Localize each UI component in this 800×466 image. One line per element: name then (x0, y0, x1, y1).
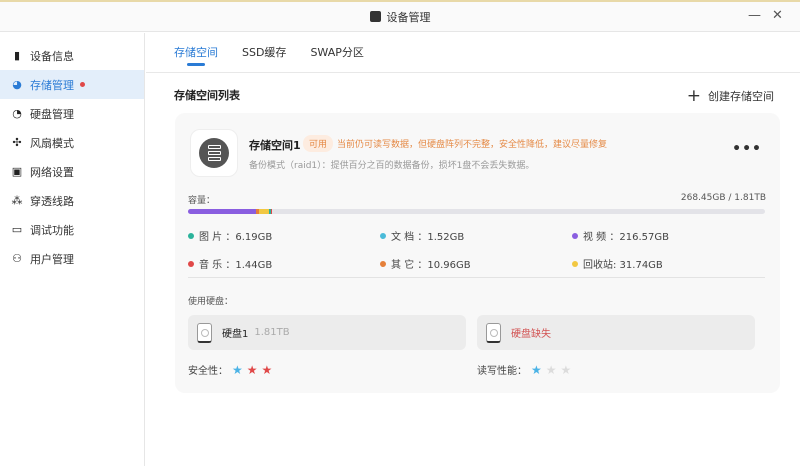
sidebar-icon: ⚇ (12, 251, 22, 265)
title-bar: 设备管理 — ✕ (0, 2, 800, 32)
safety-label: 安全性： (188, 366, 228, 377)
sidebar-icon: ▣ (11, 164, 23, 178)
divider (188, 277, 765, 278)
storage-pool-icon (190, 129, 238, 177)
category-label: 图 片 ：6.19GB (199, 232, 273, 243)
warning-text: 当前仍可读写数据，但硬盘阵列不完整，安全性降低，建议尽量修复 (337, 140, 608, 150)
close-button[interactable]: ✕ (772, 8, 783, 23)
disk-item-1[interactable]: 硬盘1 1.81TB (188, 315, 466, 350)
sidebar-icon: ◕ (12, 77, 22, 91)
alert-dot (80, 82, 85, 87)
status-badge: 可用 (303, 135, 334, 152)
category-label: 回收站: 31.74GB (583, 260, 663, 271)
sidebar-item-label: 存储管理 (30, 78, 74, 92)
window-title: 设备管理 (386, 10, 431, 24)
main-content: 存储空间 SSD缓存 SWAP分区 存储空间列表 + 创建存储空间 存储空间1 … (146, 33, 800, 466)
sidebar-item-1[interactable]: ◕ 存储管理 (0, 70, 144, 99)
more-options-button[interactable]: ••• (732, 141, 762, 157)
tab-swap[interactable]: SWAP分区 (310, 33, 363, 72)
tab-bar: 存储空间 SSD缓存 SWAP分区 (146, 33, 800, 73)
category-dot (380, 260, 386, 267)
star-icon: ★ (560, 362, 572, 377)
star-icon: ★ (545, 362, 557, 377)
sidebar-item-2[interactable]: ◔ 硬盘管理 (0, 99, 144, 128)
sidebar-item-label: 设备信息 (30, 49, 74, 63)
hard-disk-icon (197, 322, 212, 343)
disk-name: 硬盘1 (222, 329, 249, 340)
disk-missing-text: 硬盘缺失 (511, 329, 551, 340)
sidebar-item-label: 硬盘管理 (30, 107, 74, 121)
category-label: 其 它 ：10.96GB (391, 260, 471, 271)
safety-rating: 安全性： ★ ★ ★ (188, 362, 273, 378)
create-storage-button[interactable]: + 创建存储空间 (686, 86, 774, 106)
category-dot (572, 232, 578, 239)
sidebar-icon: ▮ (13, 48, 21, 62)
sidebar-icon: ◔ (12, 106, 22, 120)
disk-size: 1.81TB (254, 327, 290, 338)
sidebar-item-7[interactable]: ⚇ 用户管理 (0, 244, 144, 273)
capacity-segment (188, 209, 256, 214)
capacity-bar (188, 209, 765, 214)
sidebar-item-label: 用户管理 (30, 252, 74, 266)
sidebar-icon: ✣ (12, 135, 22, 149)
sidebar-item-4[interactable]: ▣ 网络设置 (0, 157, 144, 186)
sidebar: ▮ 设备信息 ◕ 存储管理 ◔ 硬盘管理 ✣ 风扇模式 ▣ 网络设置 ⁂ 穿透线路 ▭ 调试功能 ⚇ 用户管理 (0, 33, 145, 466)
sidebar-item-label: 穿透线路 (30, 194, 74, 208)
capacity-segment (258, 209, 269, 214)
sidebar-item-label: 风扇模式 (30, 136, 74, 150)
capacity-label: 容量： (188, 196, 216, 206)
star-icon: ★ (232, 362, 243, 377)
pool-description: 备份模式（raid1）：提供百分之百的数据备份，损坏1盘不会丢失数据。 (249, 161, 535, 171)
pool-name: 存储空间1 (249, 139, 301, 152)
category-dot (572, 260, 578, 267)
sidebar-icon: ⁂ (11, 193, 23, 207)
sidebar-item-6[interactable]: ▭ 调试功能 (0, 215, 144, 244)
disk-item-missing[interactable]: 硬盘缺失 (477, 315, 755, 350)
section-title: 存储空间列表 (174, 89, 240, 102)
hard-disk-icon (486, 322, 501, 343)
category-label: 视 频 ：216.57GB (583, 232, 669, 243)
sidebar-icon: ▭ (11, 222, 23, 236)
sidebar-item-0[interactable]: ▮ 设备信息 (0, 41, 144, 70)
category-usage: 音 乐 ：1.44GB (188, 256, 272, 271)
star-icon: ★ (531, 362, 542, 377)
sidebar-item-label: 网络设置 (30, 165, 74, 179)
sidebar-item-label: 调试功能 (30, 223, 74, 237)
performance-label: 读写性能： (477, 366, 527, 377)
plus-icon: + (686, 86, 701, 106)
star-icon: ★ (261, 362, 273, 377)
tab-ssd-cache[interactable]: SSD缓存 (242, 33, 286, 72)
category-dot (380, 232, 386, 239)
tab-storage-space[interactable]: 存储空间 (174, 33, 218, 72)
category-label: 音 乐 ：1.44GB (199, 260, 273, 271)
storage-pool-card: 存储空间1 可用 当前仍可读写数据，但硬盘阵列不完整，安全性降低，建议尽量修复 … (175, 113, 780, 393)
sidebar-item-3[interactable]: ✣ 风扇模式 (0, 128, 144, 157)
minimize-button[interactable]: — (748, 8, 761, 23)
category-usage: 文 档 ：1.52GB (380, 228, 464, 243)
category-usage: 其 它 ：10.96GB (380, 256, 471, 271)
star-icon: ★ (246, 362, 258, 377)
create-storage-label: 创建存储空间 (708, 90, 774, 103)
category-dot (188, 232, 194, 239)
app-icon (369, 11, 381, 22)
category-label: 文 档 ：1.52GB (391, 232, 465, 243)
disks-label: 使用硬盘： (188, 297, 234, 307)
sidebar-item-5[interactable]: ⁂ 穿透线路 (0, 186, 144, 215)
category-dot (188, 260, 194, 267)
category-usage: 图 片 ：6.19GB (188, 228, 272, 243)
performance-rating: 读写性能： ★ ★ ★ (477, 362, 572, 378)
capacity-value: 268.45GB / 1.81TB (680, 193, 766, 203)
category-usage: 回收站: 31.74GB (572, 256, 663, 271)
category-usage: 视 频 ：216.57GB (572, 228, 669, 243)
